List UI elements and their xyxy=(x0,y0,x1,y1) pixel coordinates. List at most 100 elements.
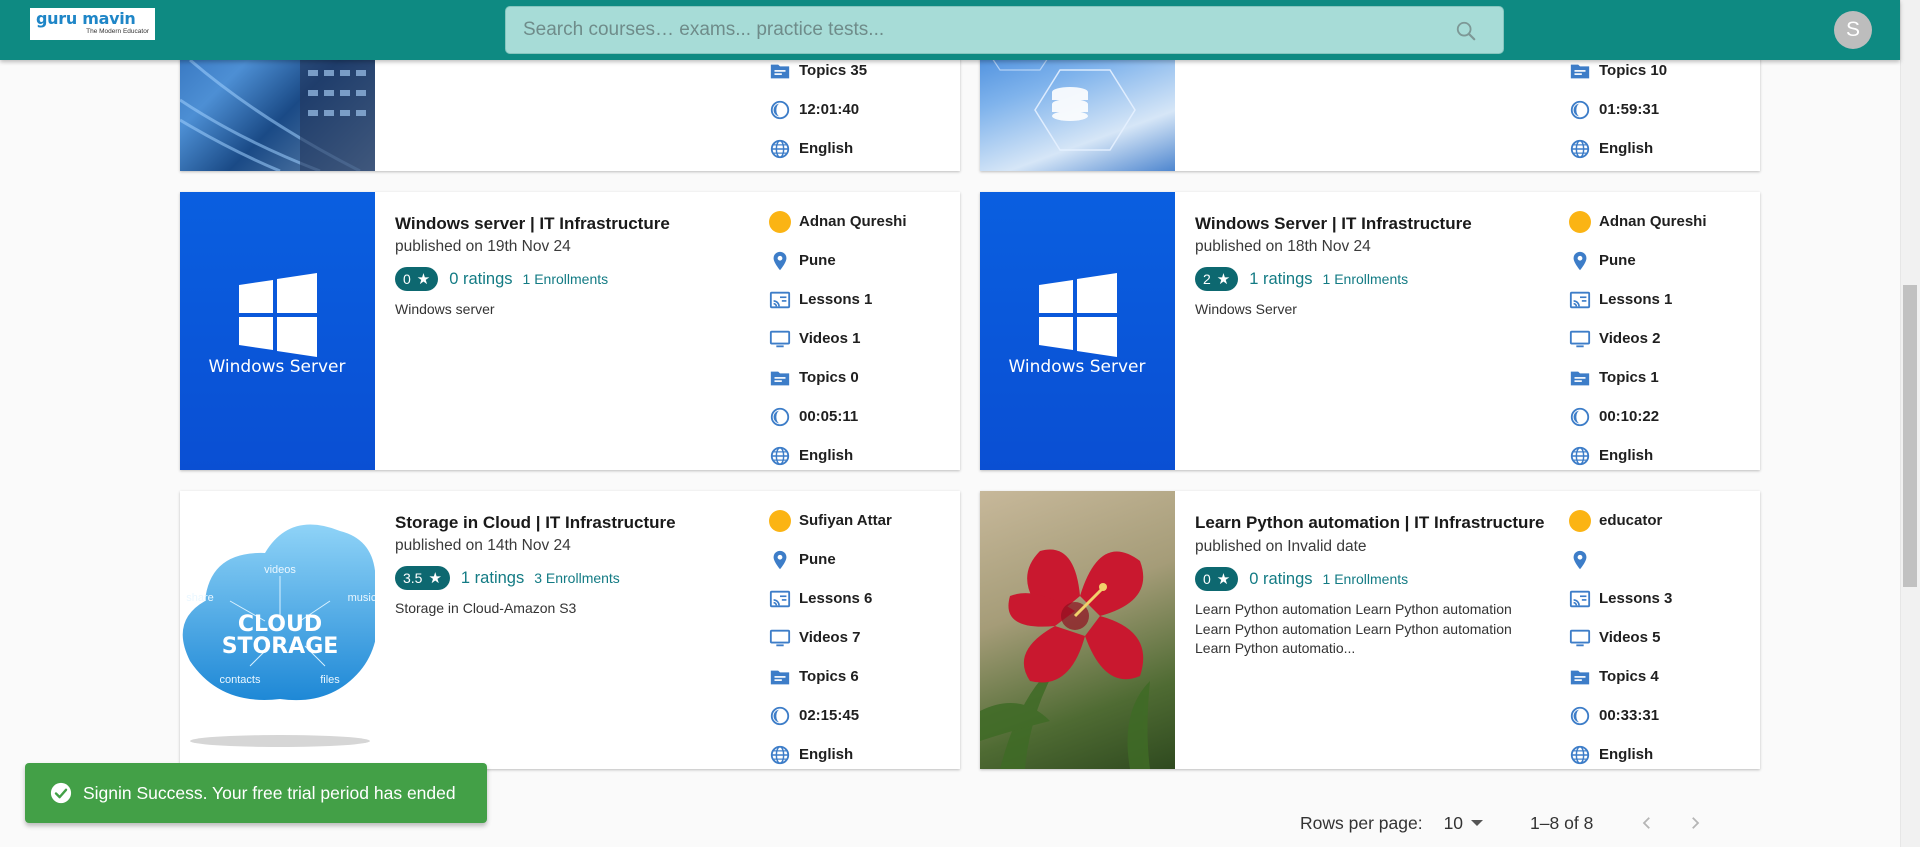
course-info: Windows Server | IT Infrastructure publi… xyxy=(1195,212,1545,320)
rating-row: 0 ★ 0 ratings 1 Enrollments xyxy=(1195,567,1545,591)
rating-badge: 3.5 ★ xyxy=(395,566,450,590)
course-card[interactable]: Windows Server Windows Server | IT Infra… xyxy=(980,192,1760,470)
language: English xyxy=(799,140,854,157)
author-avatar-icon xyxy=(1569,509,1591,532)
ratings-link[interactable]: 1 ratings xyxy=(461,569,524,588)
rating-badge: 0 ★ xyxy=(1195,567,1239,591)
enrollments-link[interactable]: 1 Enrollments xyxy=(523,271,609,287)
star-icon: ★ xyxy=(416,271,431,288)
previous-page-button[interactable] xyxy=(1633,809,1661,837)
videos-count: Videos 2 xyxy=(1599,330,1661,347)
duration: 00:33:31 xyxy=(1599,707,1660,724)
language-globe-icon xyxy=(770,139,790,158)
duration-clock-icon xyxy=(770,407,790,426)
rows-per-page-select[interactable]: 10 xyxy=(1444,813,1484,834)
user-avatar[interactable]: S xyxy=(1834,11,1872,49)
topics-folder-icon xyxy=(1570,371,1590,385)
topics-count: Topics 4 xyxy=(1599,668,1659,685)
windows-logo-icon: Windows Server xyxy=(1008,273,1146,377)
enrollments-link[interactable]: 1 Enrollments xyxy=(1323,271,1409,287)
lessons-cast-icon xyxy=(769,291,791,308)
author-name: Sufiyan Attar xyxy=(799,512,892,529)
author-avatar-icon xyxy=(1569,210,1591,233)
course-title[interactable]: Windows Server | IT Infrastructure xyxy=(1195,212,1545,235)
course-meta: Topics 10 01:59:31 English xyxy=(1565,51,1755,168)
duration: 02:15:45 xyxy=(799,707,860,724)
duration: 12:01:40 xyxy=(799,101,860,118)
rating-row: 3.5 ★ 1 ratings 3 Enrollments xyxy=(395,566,745,590)
videos-count: Videos 5 xyxy=(1599,629,1661,646)
chevron-down-icon xyxy=(1471,820,1484,826)
windows-server-image: Windows Server xyxy=(180,192,375,470)
language: English xyxy=(1599,447,1654,464)
location-pin-icon xyxy=(773,251,787,270)
language: English xyxy=(1599,746,1654,763)
language: English xyxy=(799,746,854,763)
cloud-word: videos xyxy=(264,564,296,576)
location: Pune xyxy=(799,551,836,568)
course-info: Learn Python automation | IT Infrastruct… xyxy=(1195,511,1545,659)
location-pin-icon xyxy=(773,550,787,569)
ratings-link[interactable]: 0 ratings xyxy=(449,270,512,289)
location-pin-icon xyxy=(1573,550,1587,569)
course-title-text: Learn Python automation | IT Infrastruct… xyxy=(1195,513,1545,532)
course-card[interactable]: Windows Server Windows server | IT Infra… xyxy=(180,192,960,470)
language-globe-icon xyxy=(770,745,790,764)
windows-server-image: Windows Server xyxy=(980,192,1175,470)
topics-folder-icon xyxy=(770,670,790,684)
duration-clock-icon xyxy=(1570,407,1590,426)
language-globe-icon xyxy=(1570,446,1590,465)
chevron-left-icon xyxy=(1643,817,1651,829)
cloud-word: files xyxy=(320,674,340,686)
location-pin-icon xyxy=(1573,251,1587,270)
pagination: Rows per page: 10 1–8 of 8 xyxy=(1300,809,1709,837)
image-caption: Windows Server xyxy=(1008,357,1145,377)
star-icon: ★ xyxy=(428,570,442,587)
course-meta: educator Lessons 3 Videos 5 Topics 4 00:… xyxy=(1565,501,1755,769)
videos-monitor-icon xyxy=(769,629,791,646)
cloud-word: music xyxy=(348,592,375,604)
duration-clock-icon xyxy=(770,706,790,725)
image-caption: Windows Server xyxy=(208,357,345,377)
topics-count: Topics 35 xyxy=(799,62,868,79)
chevron-right-icon xyxy=(1692,817,1700,829)
lessons-cast-icon xyxy=(1569,590,1591,607)
course-meta: Adnan Qureshi Pune Lessons 1 Videos 1 To… xyxy=(765,202,955,470)
lessons-count: Lessons 6 xyxy=(799,590,873,607)
page-range: 1–8 of 8 xyxy=(1530,812,1594,833)
topics-count: Topics 1 xyxy=(1599,369,1659,386)
videos-monitor-icon xyxy=(1569,629,1591,646)
signin-toast[interactable]: Signin Success. Your free trial period h… xyxy=(25,763,487,823)
star-icon: ★ xyxy=(1216,571,1231,588)
course-title[interactable]: Learn Python automation | IT Infrastruct… xyxy=(1195,511,1545,558)
course-title[interactable]: Storage in Cloud | IT Infrastructure xyxy=(395,511,745,534)
publish-date: published on Invalid date xyxy=(1195,538,1367,555)
course-title[interactable]: Windows server | IT Infrastructure xyxy=(395,212,745,235)
duration: 00:05:11 xyxy=(799,408,859,425)
search-icon[interactable] xyxy=(1455,20,1477,42)
author-name: Adnan Qureshi xyxy=(799,213,907,230)
language-globe-icon xyxy=(770,446,790,465)
search-bar xyxy=(505,6,1504,54)
guru-mavin-logo[interactable]: guru mavin The Modern Educator xyxy=(30,8,155,40)
next-page-button[interactable] xyxy=(1681,809,1709,837)
course-description: Windows server xyxy=(395,301,495,317)
enrollments-link[interactable]: 3 Enrollments xyxy=(534,570,620,586)
language-globe-icon xyxy=(1570,745,1590,764)
course-description: Windows Server xyxy=(1195,301,1297,317)
rating-value: 0 xyxy=(1203,571,1211,587)
course-card[interactable]: videos share music CLOUD STORAGE contact… xyxy=(180,491,960,769)
language: English xyxy=(1599,140,1654,157)
publish-date: published on 18th Nov 24 xyxy=(1195,238,1371,255)
ratings-link[interactable]: 0 ratings xyxy=(1249,570,1312,589)
ratings-link[interactable]: 1 ratings xyxy=(1249,270,1312,289)
scrollbar-thumb[interactable] xyxy=(1903,285,1917,587)
course-info: Storage in Cloud | IT Infrastructure pub… xyxy=(395,511,745,619)
duration-clock-icon xyxy=(1570,100,1590,119)
enrollments-link[interactable]: 1 Enrollments xyxy=(1323,571,1409,587)
cloud-word: share xyxy=(186,592,214,604)
videos-monitor-icon xyxy=(769,330,791,347)
course-card[interactable]: Learn Python automation | IT Infrastruct… xyxy=(980,491,1760,769)
course-description: Learn Python automation Learn Python aut… xyxy=(1195,601,1512,656)
search-input[interactable] xyxy=(506,7,1503,53)
